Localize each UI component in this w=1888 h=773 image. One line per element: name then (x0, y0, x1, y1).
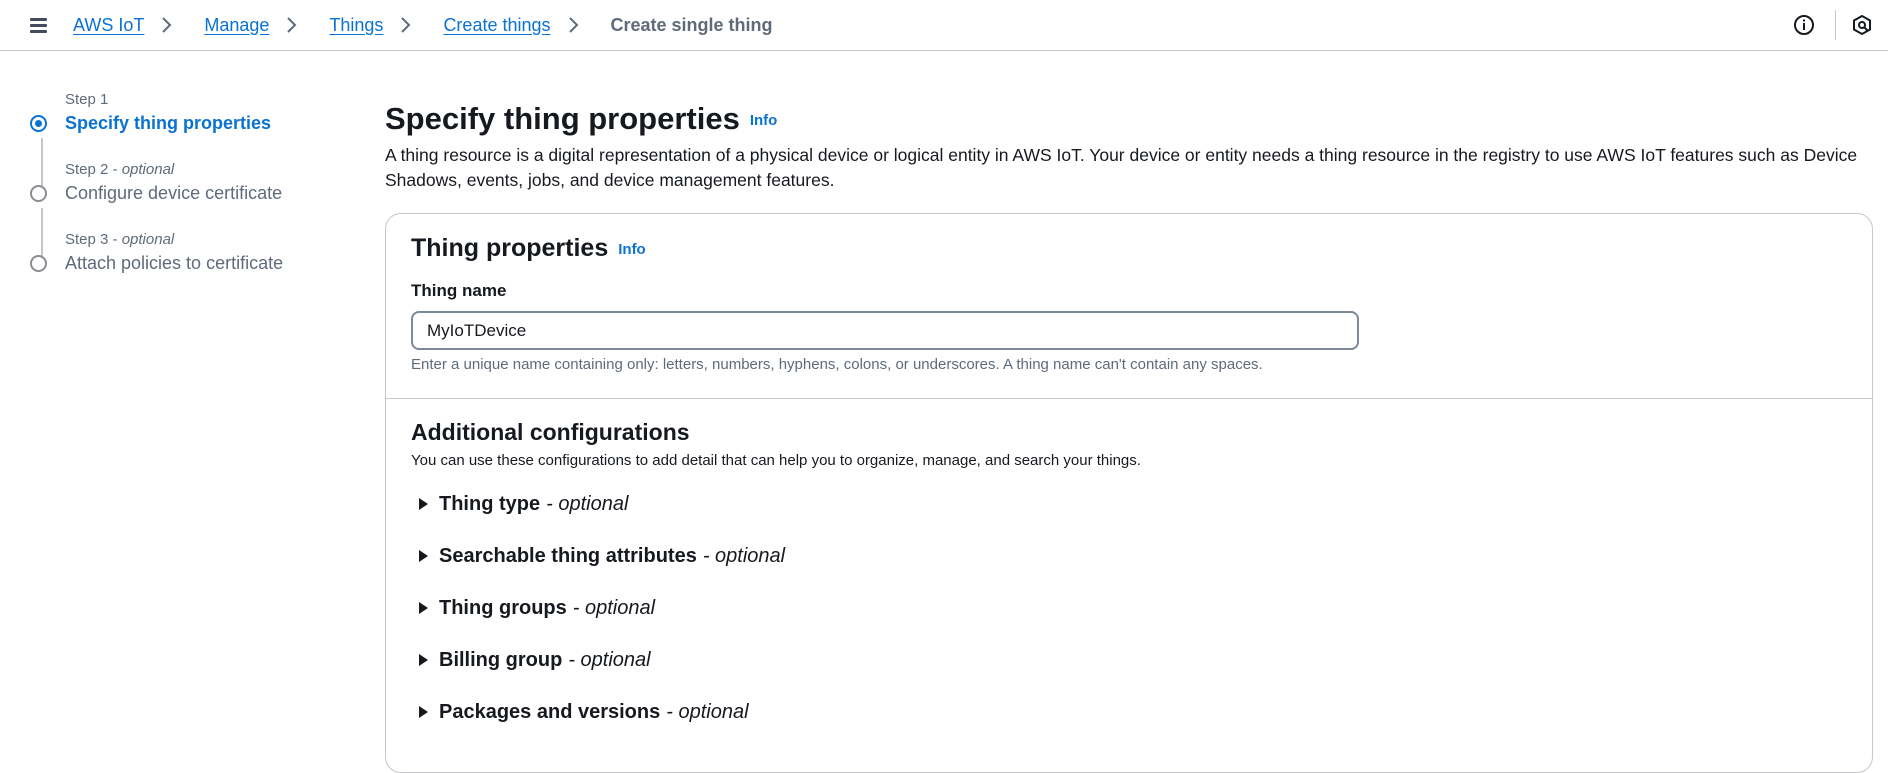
page-title-text: Specify thing properties (385, 101, 740, 136)
breadcrumb: AWS IoT Manage Things Create things Crea… (73, 0, 773, 50)
thing-properties-info-link[interactable]: Info (618, 241, 646, 258)
step-active-indicator-icon (30, 115, 47, 132)
breadcrumb-current-page: Create single thing (610, 14, 773, 35)
chevron-right-icon (397, 16, 425, 34)
expander-title: Billing group (439, 648, 563, 671)
step-number: Step 1 (65, 91, 108, 108)
step-connector (41, 208, 43, 258)
expander-optional-label: - optional (666, 700, 749, 723)
info-circle-icon[interactable] (1793, 14, 1815, 36)
breadcrumb-link-aws-iot[interactable]: AWS IoT (73, 15, 144, 36)
chevron-right-icon (283, 16, 311, 34)
additional-configurations-heading: Additional configurations (411, 419, 690, 445)
caret-right-icon (419, 550, 428, 562)
thing-name-hint: Enter a unique name containing only: let… (411, 356, 1263, 373)
step-number: Step 3 - optional (65, 231, 174, 248)
expander-title: Packages and versions (439, 700, 661, 723)
chevron-right-icon (565, 16, 593, 34)
step-inactive-indicator-icon (30, 185, 47, 202)
expander-optional-label: - optional (568, 648, 651, 671)
expander-billing-group[interactable]: Billing group - optional (419, 647, 651, 673)
thing-properties-container: Thing properties Info Thing name Enter a … (385, 213, 1873, 773)
additional-configurations-description: You can use these configurations to add … (411, 452, 1141, 469)
thing-name-input[interactable] (411, 311, 1359, 350)
settings-hexagon-icon[interactable] (1851, 14, 1873, 36)
expander-optional-label: - optional (702, 544, 786, 567)
step-number-text: Step 1 (65, 91, 109, 108)
page-description: A thing resource is a digital representa… (385, 145, 1858, 190)
expander-thing-groups[interactable]: Thing groups - optional (419, 595, 655, 621)
hamburger-menu-icon[interactable] (28, 14, 50, 36)
thing-properties-title: Thing properties (411, 234, 609, 262)
chevron-right-icon (158, 16, 186, 34)
expander-title: Searchable thing attributes (439, 544, 697, 567)
breadcrumb-link-manage[interactable]: Manage (204, 15, 269, 36)
step-title[interactable]: Specify thing properties (65, 113, 271, 134)
expander-title: Thing type (439, 492, 541, 515)
step-inactive-indicator-icon (30, 255, 47, 272)
step-optional-label: optional (121, 161, 175, 178)
page-title: Specify thing properties Info (385, 101, 777, 137)
breadcrumb-link-things[interactable]: Things (329, 15, 383, 36)
expander-packages-and-versions[interactable]: Packages and versions - optional (419, 699, 749, 725)
expander-optional-label: - optional (546, 492, 629, 515)
breadcrumb-link-create-things[interactable]: Create things (443, 15, 550, 36)
step-number-text: Step 3 - (65, 231, 122, 248)
expander-title: Thing groups (439, 596, 567, 619)
step-number: Step 2 - optional (65, 161, 174, 178)
expander-searchable-thing-attributes[interactable]: Searchable thing attributes - optional (419, 543, 785, 569)
caret-right-icon (419, 654, 428, 666)
step-title[interactable]: Configure device certificate (65, 183, 282, 204)
thing-properties-heading: Thing properties Info (411, 234, 646, 263)
toolbar-divider (1835, 10, 1836, 40)
step-connector (41, 138, 43, 188)
expander-thing-type[interactable]: Thing type - optional (419, 491, 628, 517)
expander-optional-label: - optional (572, 596, 656, 619)
page-info-link[interactable]: Info (750, 112, 778, 129)
top-navigation-bar: AWS IoT Manage Things Create things Crea… (0, 0, 1888, 51)
step-optional-label: optional (121, 231, 175, 248)
step-title[interactable]: Attach policies to certificate (65, 253, 283, 274)
caret-right-icon (419, 498, 428, 510)
section-divider (386, 398, 1872, 399)
step-number-text: Step 2 - (65, 161, 122, 178)
caret-right-icon (419, 602, 428, 614)
caret-right-icon (419, 706, 428, 718)
thing-name-label: Thing name (411, 281, 507, 300)
